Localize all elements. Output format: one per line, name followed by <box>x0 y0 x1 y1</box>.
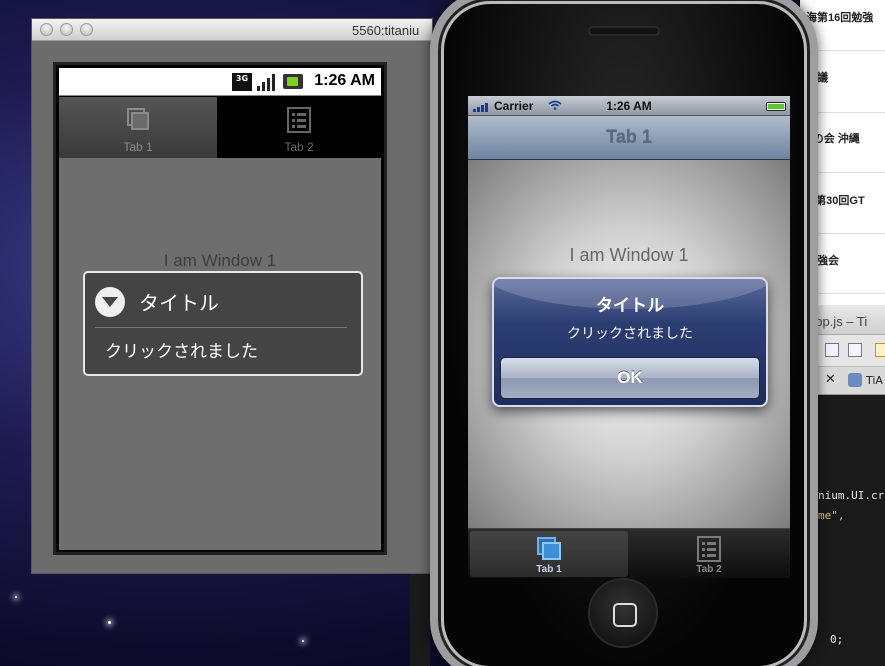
list-icon <box>287 107 311 133</box>
dialog-message: クリックされました <box>105 342 258 362</box>
paragraph-icon[interactable] <box>848 343 862 357</box>
code-line: 0; <box>830 633 844 646</box>
file-tab-icon <box>848 373 862 387</box>
zoom-window-button[interactable] <box>80 23 93 36</box>
desktop-strip <box>410 574 430 666</box>
window-label: I am Window 1 <box>569 245 689 265</box>
android-window-content: I am Window 1 タイトル クリックされました <box>59 158 381 550</box>
star <box>302 640 304 642</box>
windows-icon <box>537 537 561 560</box>
code-line: nium.UI.cr <box>818 489 885 502</box>
alert-dropdown-icon <box>95 287 125 317</box>
android-status-bar: 3G 1:26 AM <box>59 68 381 96</box>
ios-status-time: 1:26 AM <box>606 99 652 113</box>
ios-tab-2[interactable]: Tab 2 <box>630 531 788 577</box>
battery-charging-icon <box>283 74 303 89</box>
star <box>15 596 17 598</box>
window-label: I am Window 1 <box>163 251 277 270</box>
emulator-window-title: 5560:titaniu <box>352 23 420 38</box>
code-line: me", <box>818 509 845 522</box>
android-tab-label: Tab 2 <box>284 140 314 154</box>
event-list-item[interactable]: 海第16回勉強 <box>806 9 885 25</box>
ios-screen: Carrier 1:26 AM Tab 1 I am Window 1 タイトル… <box>468 96 790 578</box>
battery-icon <box>766 102 786 111</box>
ok-button[interactable]: OK <box>500 357 760 399</box>
android-tab-1[interactable]: Tab 1 <box>59 97 217 158</box>
nav-title: Tab 1 <box>606 127 652 147</box>
android-tab-label: Tab 1 <box>123 140 153 154</box>
android-tab-bar: Tab 1 Tab 2 <box>59 97 381 158</box>
android-status-time: 1:26 AM <box>314 72 375 89</box>
toolbar-icon[interactable] <box>875 343 885 357</box>
list-icon <box>697 536 721 562</box>
ios-navigation-bar: Tab 1 <box>468 116 790 160</box>
home-button[interactable] <box>588 578 658 648</box>
android-tab-2[interactable]: Tab 2 <box>217 97 381 158</box>
dialog-title: タイトル <box>139 291 219 315</box>
alert-message: クリックされました <box>567 326 693 342</box>
android-emulator-window: 5560:titaniu 3G 1:26 AM Tab 1 Tab 2 I am… <box>31 18 433 574</box>
ios-alert-dialog: タイトル クリックされました OK <box>492 277 768 407</box>
close-icon[interactable]: ✕ <box>825 372 836 387</box>
android-screen: 3G 1:26 AM Tab 1 Tab 2 I am Window 1 タイト… <box>53 62 387 555</box>
ios-tab-bar: Tab 1 Tab 2 <box>468 528 790 578</box>
network-3g-icon: 3G <box>232 73 252 91</box>
earpiece <box>588 26 660 36</box>
ios-status-bar: Carrier 1:26 AM <box>468 96 790 116</box>
alert-title: タイトル <box>596 296 664 316</box>
ios-window-content: I am Window 1 タイトル クリックされました OK <box>468 160 790 528</box>
ios-tab-label: Tab 1 <box>536 564 562 575</box>
signal-strength-icon <box>257 73 277 91</box>
ios-tab-label: Tab 2 <box>696 564 722 575</box>
minimize-window-button[interactable] <box>60 23 73 36</box>
android-alert-dialog: タイトル クリックされました <box>83 271 363 376</box>
iphone-simulator: Carrier 1:26 AM Tab 1 I am Window 1 タイトル… <box>430 0 818 666</box>
editor-tab[interactable]: TiA <box>866 374 883 387</box>
star <box>108 621 111 624</box>
windows-icon <box>127 108 149 130</box>
close-window-button[interactable] <box>40 23 53 36</box>
emulator-titlebar: 5560:titaniu <box>32 19 432 41</box>
dialog-divider <box>95 327 347 328</box>
toolbar-icon[interactable] <box>825 343 839 357</box>
ios-tab-1[interactable]: Tab 1 <box>470 531 628 577</box>
